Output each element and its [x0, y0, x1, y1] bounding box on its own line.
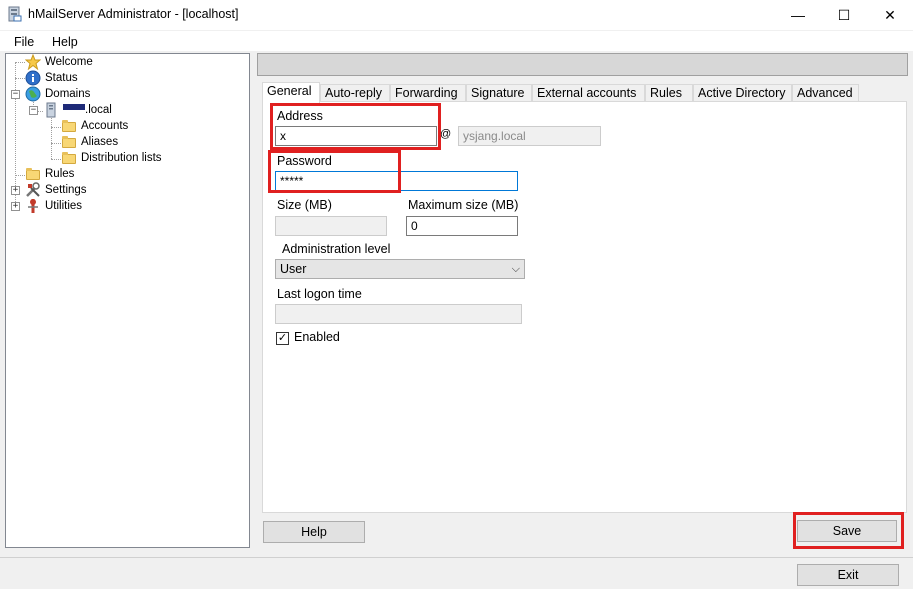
at-sign: @	[440, 128, 452, 140]
server-icon	[46, 102, 56, 118]
tree-item-domain[interactable]: .local	[43, 102, 112, 118]
tab-signature[interactable]: Signature	[466, 84, 532, 102]
utilities-expand-icon[interactable]: +	[11, 202, 20, 211]
tree-label-utilities: Utilities	[45, 200, 83, 212]
tree-label-distribution-lists: Distribution lists	[81, 152, 162, 164]
last-logon-label: Last logon time	[277, 287, 362, 301]
tree-item-domains[interactable]: Domains	[25, 86, 90, 102]
tab-external-accounts[interactable]: External accounts	[532, 84, 645, 102]
folder-icon	[25, 166, 41, 182]
tree-item-rules[interactable]: Rules	[25, 166, 74, 182]
tab-forwarding[interactable]: Forwarding	[390, 84, 466, 102]
folder-open-icon	[61, 118, 77, 134]
minimize-button[interactable]: —	[775, 0, 821, 30]
app-icon	[8, 6, 22, 22]
tree-label-aliases: Aliases	[81, 136, 119, 148]
tree-item-status[interactable]: Status	[25, 70, 78, 86]
navigation-tree[interactable]: − − + + Welcome Status Domains .local Ac…	[5, 53, 250, 548]
admin-level-value: User	[280, 262, 307, 276]
chevron-down-icon: ⌵	[511, 263, 520, 275]
maximize-button[interactable]: ☐	[821, 0, 867, 30]
tree-label-settings: Settings	[45, 184, 87, 196]
tree-item-welcome[interactable]: Welcome	[25, 54, 93, 70]
tree-item-accounts[interactable]: Accounts	[61, 118, 128, 134]
settings-expand-icon[interactable]: +	[11, 186, 20, 195]
last-logon-field	[275, 304, 522, 324]
menu-bar: File Help	[0, 31, 913, 51]
enabled-label: Enabled	[294, 330, 340, 344]
enabled-checkbox[interactable]: ✓	[276, 332, 289, 345]
divider	[0, 557, 913, 558]
address-highlight-box	[270, 103, 441, 150]
header-strip	[257, 53, 908, 76]
save-highlight-box	[793, 512, 904, 549]
window-title: hMailServer Administrator - [localhost]	[28, 7, 239, 21]
tree-item-utilities[interactable]: Utilities	[25, 198, 82, 214]
tab-active-directory[interactable]: Active Directory	[693, 84, 792, 102]
tab-rules[interactable]: Rules	[645, 84, 693, 102]
password-highlight-box	[268, 150, 401, 193]
domain-field: ysjang.local	[458, 126, 601, 146]
folder-icon	[61, 150, 77, 166]
tree-label-status: Status	[45, 72, 78, 84]
menu-file[interactable]: File	[14, 35, 34, 49]
utilities-icon	[28, 199, 38, 213]
max-size-label: Maximum size (MB)	[408, 198, 519, 212]
globe-icon	[25, 86, 41, 102]
tree-item-aliases[interactable]: Aliases	[61, 134, 118, 150]
tools-icon	[26, 182, 40, 197]
title-bar: hMailServer Administrator - [localhost] …	[0, 0, 913, 30]
size-field	[275, 216, 387, 236]
close-button[interactable]: ✕	[867, 0, 913, 30]
tab-auto-reply[interactable]: Auto-reply	[320, 84, 390, 102]
tab-advanced[interactable]: Advanced	[792, 84, 859, 102]
max-size-input[interactable]: 0	[406, 216, 518, 236]
tree-label-rules: Rules	[45, 168, 75, 180]
admin-level-select[interactable]: User ⌵	[275, 259, 525, 279]
tab-general[interactable]: General	[262, 82, 320, 103]
tree-label-accounts: Accounts	[81, 120, 129, 132]
tree-item-settings[interactable]: Settings	[25, 182, 87, 198]
tree-label-domain: .local	[85, 104, 112, 116]
info-icon	[25, 70, 41, 86]
tree-label-welcome: Welcome	[45, 56, 93, 68]
redacted-mark	[63, 104, 85, 110]
star-icon	[25, 54, 41, 70]
size-label: Size (MB)	[277, 198, 332, 212]
exit-button[interactable]: Exit	[797, 564, 899, 586]
domain-collapse-icon[interactable]: −	[29, 106, 38, 115]
tree-label-domains: Domains	[45, 88, 91, 100]
tree-item-distribution-lists[interactable]: Distribution lists	[61, 150, 162, 166]
menu-help[interactable]: Help	[52, 35, 78, 49]
folder-icon	[61, 134, 77, 150]
help-button[interactable]: Help	[263, 521, 365, 543]
domains-collapse-icon[interactable]: −	[11, 90, 20, 99]
admin-level-label: Administration level	[282, 242, 391, 256]
